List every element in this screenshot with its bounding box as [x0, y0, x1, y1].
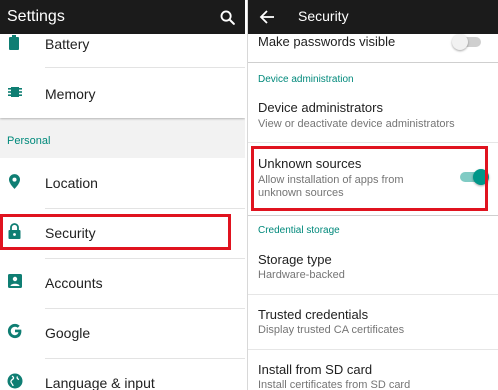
section-header-device-administration: Device administration — [258, 74, 354, 85]
divider — [248, 294, 498, 295]
settings-card-device: Battery Memory — [0, 34, 245, 118]
setting-install-from-sd-card[interactable]: Install from SD card Install certificate… — [248, 358, 498, 390]
section-separator — [248, 62, 498, 63]
settings-item-language[interactable]: Language & input — [0, 358, 245, 390]
security-toolbar: Security — [248, 0, 498, 34]
divider — [248, 349, 498, 350]
settings-card-personal: Location Security Accounts Google Langua… — [0, 158, 245, 390]
settings-item-battery[interactable]: Battery — [0, 18, 245, 68]
settings-item-accounts[interactable]: Accounts — [0, 258, 245, 308]
section-separator — [248, 215, 498, 216]
settings-item-label: Accounts — [45, 275, 103, 291]
setting-storage-type[interactable]: Storage type Hardware-backed — [248, 248, 498, 292]
section-header-credential-storage: Credential storage — [258, 225, 340, 236]
accounts-icon — [8, 274, 22, 288]
setting-subtitle: Display trusted CA certificates — [258, 324, 405, 336]
setting-make-passwords-visible[interactable]: Make passwords visible — [248, 34, 498, 62]
divider — [248, 142, 498, 143]
settings-item-label: Memory — [45, 86, 96, 102]
settings-item-google[interactable]: Google — [0, 308, 245, 358]
google-icon — [7, 323, 22, 339]
setting-title: Device administrators — [258, 100, 383, 115]
location-icon — [9, 174, 20, 189]
settings-item-label: Google — [45, 325, 91, 341]
make-passwords-visible-toggle[interactable] — [452, 34, 486, 50]
settings-item-label: Battery — [45, 36, 90, 52]
highlight-security-box — [0, 214, 231, 250]
settings-item-location[interactable]: Location — [0, 158, 245, 208]
setting-title: Make passwords visible — [258, 34, 396, 49]
highlight-unknown-sources-box — [251, 146, 488, 211]
settings-item-label: Language & input — [45, 375, 155, 390]
battery-icon — [9, 35, 19, 50]
setting-subtitle: Install certificates from SD card — [258, 379, 411, 390]
setting-title: Storage type — [258, 252, 332, 267]
setting-trusted-credentials[interactable]: Trusted credentials Display trusted CA c… — [248, 303, 498, 347]
settings-panel: Settings Battery Memory Personal Locatio… — [0, 0, 245, 390]
security-panel: Security Make passwords visible Device a… — [247, 0, 498, 390]
setting-title: Install from SD card — [258, 362, 373, 377]
setting-device-administrators[interactable]: Device administrators View or deactivate… — [248, 98, 498, 142]
settings-item-label: Location — [45, 175, 98, 191]
setting-title: Trusted credentials — [258, 307, 369, 322]
globe-icon — [7, 373, 23, 389]
settings-item-memory[interactable]: Memory — [0, 68, 245, 118]
security-title: Security — [298, 8, 349, 24]
section-header-personal: Personal — [7, 135, 51, 147]
back-arrow-icon[interactable] — [259, 9, 275, 25]
memory-icon — [8, 87, 22, 97]
setting-subtitle: View or deactivate device administrators — [258, 118, 455, 130]
setting-subtitle: Hardware-backed — [258, 269, 345, 281]
toggle-thumb — [452, 34, 468, 50]
